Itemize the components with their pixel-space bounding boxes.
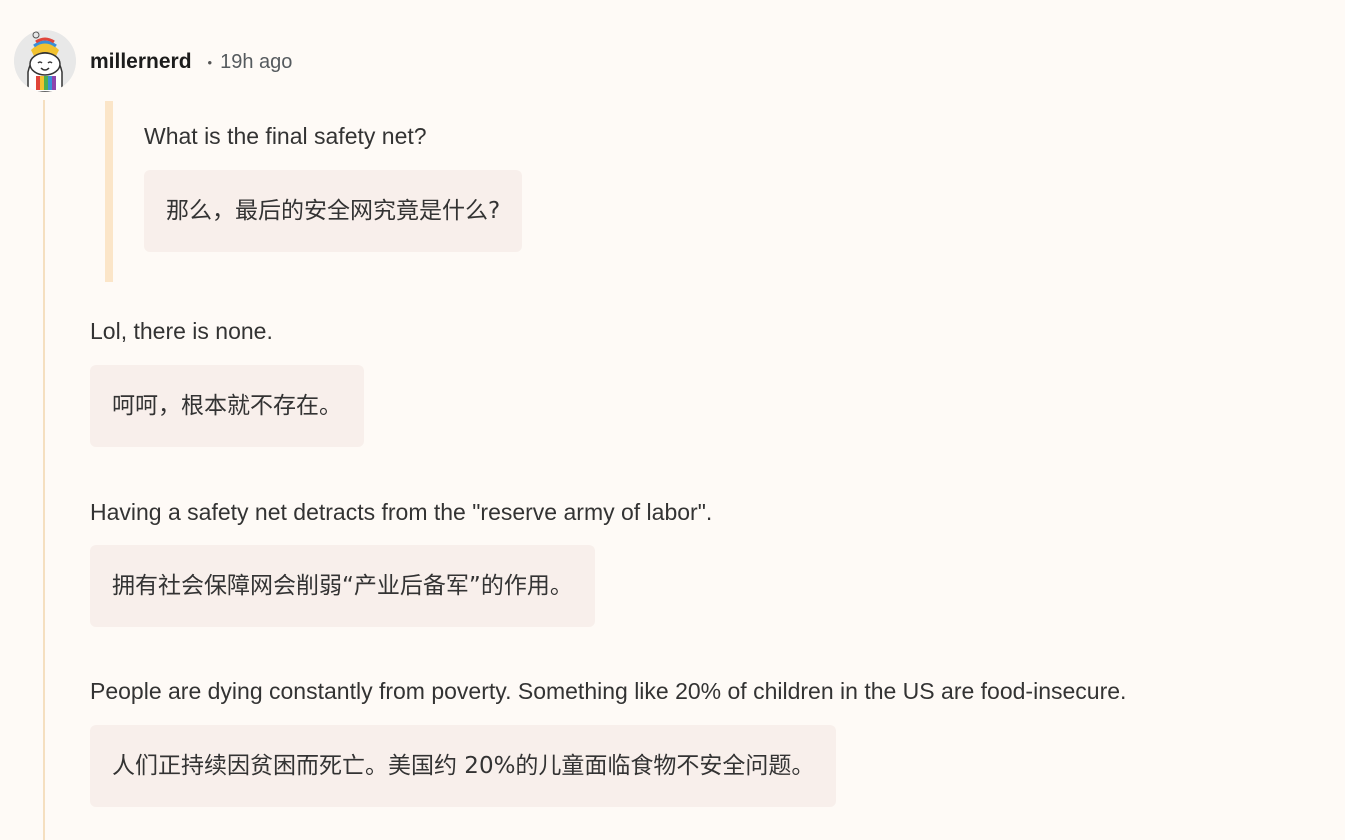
- paragraph-text: People are dying constantly from poverty…: [90, 678, 1127, 704]
- timestamp[interactable]: 19h ago: [220, 51, 292, 74]
- username-link[interactable]: millernerd: [90, 50, 192, 74]
- paragraph-translation: 拥有社会保障网会削弱“产业后备军”的作用。: [90, 545, 595, 627]
- quote-translation: 那么，最后的安全网究竟是什么?: [144, 170, 523, 252]
- paragraph-text: Having a safety net detracts from the "r…: [90, 499, 713, 525]
- thread-line[interactable]: [43, 100, 45, 840]
- quote-text: What is the final safety net?: [144, 123, 427, 149]
- comment-header: millernerd • 19h ago: [90, 48, 292, 76]
- paragraph-translation: 呵呵，根本就不存在。: [90, 365, 364, 447]
- paragraph-text: Lol, there is none.: [90, 318, 273, 344]
- blockquote: What is the final safety net? 那么，最后的安全网究…: [105, 101, 805, 282]
- comment-page: millernerd • 19h ago What is the final s…: [0, 0, 1345, 840]
- snoo-avatar-icon[interactable]: [14, 30, 76, 92]
- paragraph-translation: 人们正持续因贫困而死亡。美国约 20%的儿童面临食物不安全问题。: [90, 725, 837, 807]
- meta-separator: •: [207, 54, 213, 70]
